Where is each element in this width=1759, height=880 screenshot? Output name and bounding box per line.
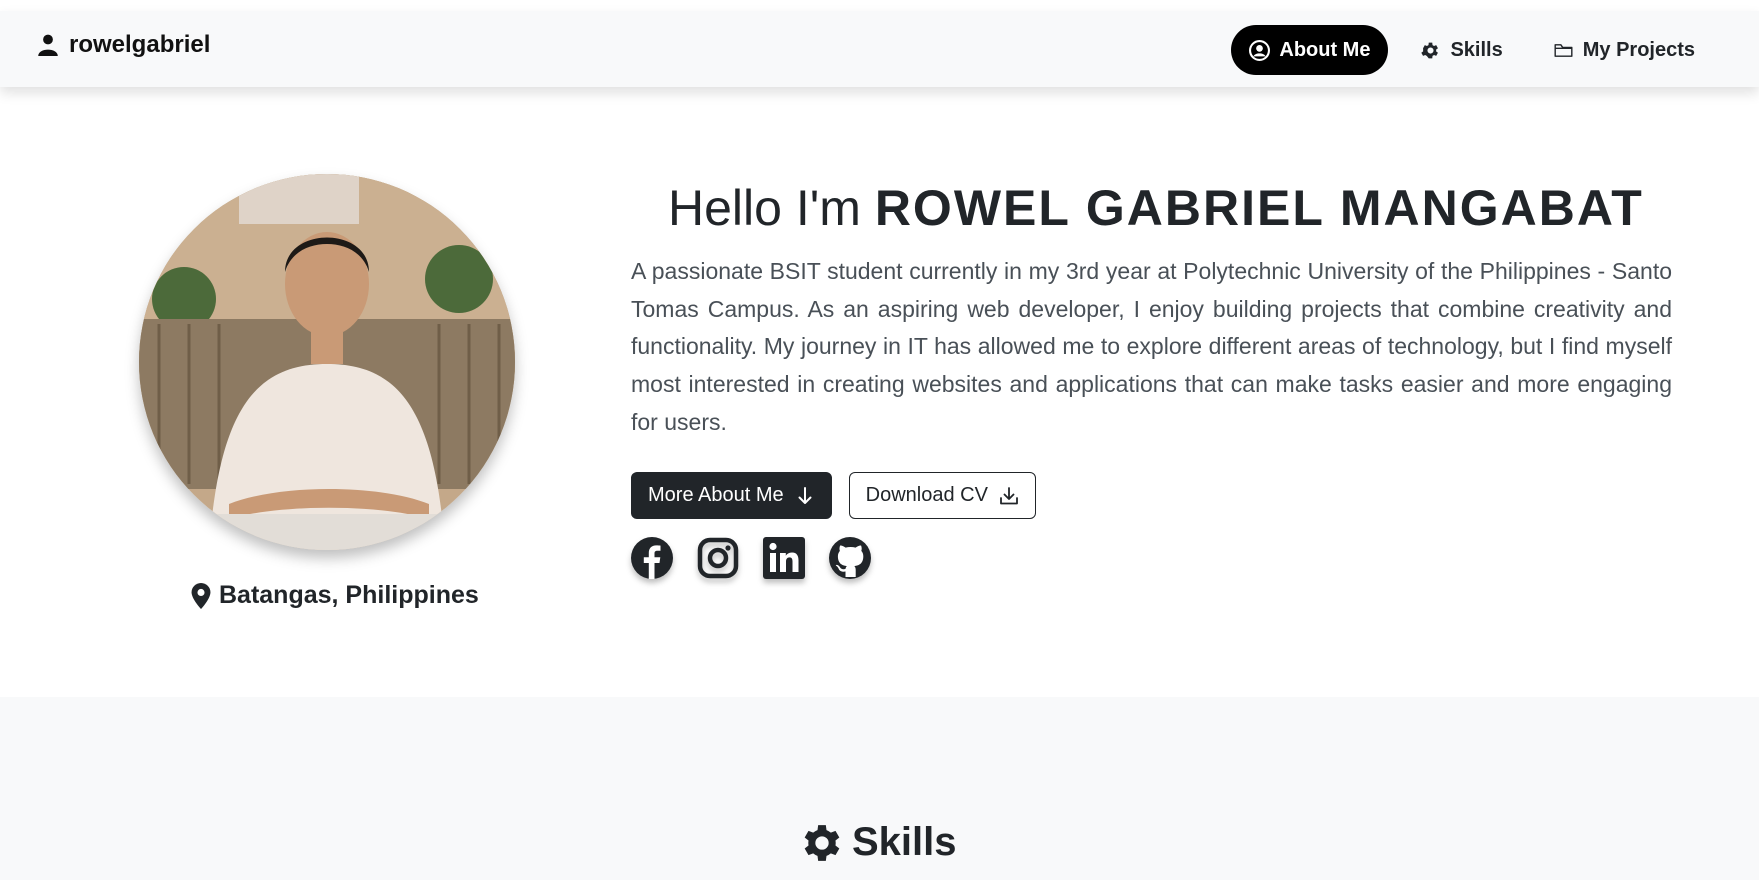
folder-icon bbox=[1554, 43, 1573, 57]
download-cv-label: Download CV bbox=[865, 484, 988, 506]
person-icon bbox=[38, 34, 58, 56]
instagram-icon[interactable] bbox=[697, 537, 739, 579]
hero-section: Batangas, Philippines Hello I'm ROWEL GA… bbox=[0, 87, 1759, 697]
bio-paragraph: A passionate BSIT student currently in m… bbox=[631, 258, 1672, 435]
full-name: ROWEL GABRIEL MANGABAT bbox=[874, 180, 1644, 236]
nav-skills-label: Skills bbox=[1450, 38, 1503, 61]
social-links bbox=[631, 537, 871, 579]
more-about-me-button[interactable]: More About Me bbox=[631, 472, 832, 519]
profile-photo bbox=[139, 174, 515, 550]
skills-section: Skills bbox=[0, 697, 1759, 880]
arrow-down-icon bbox=[798, 486, 812, 504]
skills-title-text: Skills bbox=[852, 820, 957, 864]
linkedin-icon[interactable] bbox=[763, 537, 805, 579]
download-icon bbox=[1000, 486, 1018, 504]
nav-about-me-label: About Me bbox=[1279, 38, 1371, 61]
hero-buttons: More About Me Download CV bbox=[631, 472, 1036, 519]
location-text: Batangas, Philippines bbox=[219, 581, 479, 609]
gear-icon bbox=[1421, 42, 1439, 58]
nav-about-me[interactable]: About Me bbox=[1231, 25, 1389, 75]
navbar: rowelgabriel About Me Skills My Projects bbox=[0, 11, 1759, 87]
map-pin-icon bbox=[191, 582, 211, 609]
hero-heading: Hello I'm ROWEL GABRIEL MANGABAT bbox=[668, 179, 1644, 237]
more-about-me-label: More About Me bbox=[648, 484, 784, 506]
location: Batangas, Philippines bbox=[191, 581, 479, 610]
nav-my-projects-label: My Projects bbox=[1582, 38, 1695, 61]
greeting: Hello I'm bbox=[668, 180, 861, 236]
brand-label: rowelgabriel bbox=[69, 31, 211, 58]
facebook-icon[interactable] bbox=[631, 537, 673, 579]
gear-icon bbox=[804, 824, 840, 861]
nav-my-projects[interactable]: My Projects bbox=[1535, 25, 1713, 75]
nav-skills[interactable]: Skills bbox=[1402, 25, 1520, 75]
download-cv-button[interactable]: Download CV bbox=[848, 472, 1036, 519]
skills-heading: Skills bbox=[802, 820, 957, 865]
nav-links: About Me Skills My Projects bbox=[1231, 25, 1713, 75]
github-icon[interactable] bbox=[829, 537, 871, 579]
user-circle-icon bbox=[1249, 39, 1271, 61]
brand[interactable]: rowelgabriel bbox=[38, 31, 210, 59]
